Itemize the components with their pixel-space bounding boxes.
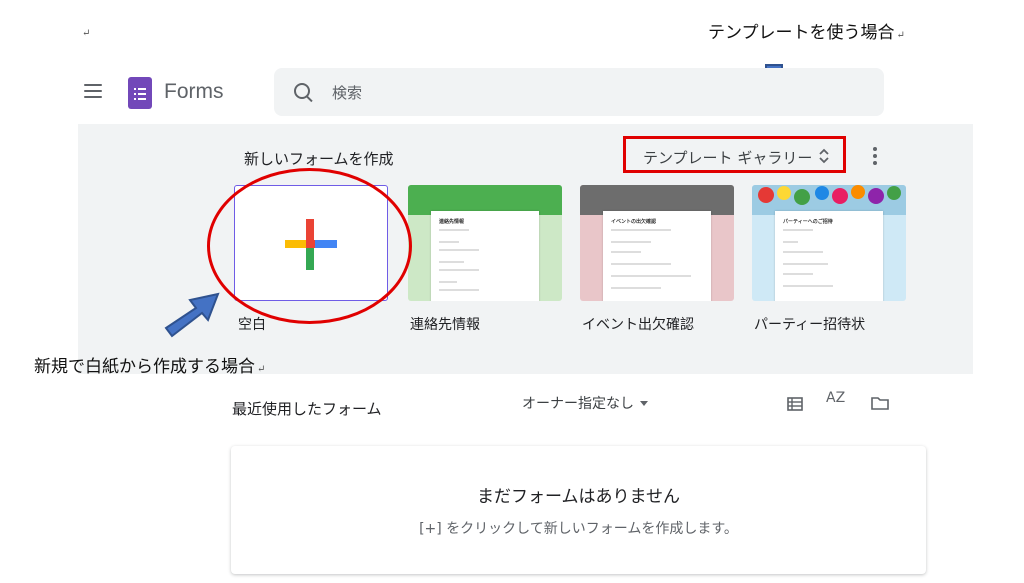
new-form-title: 新しいフォームを作成 [244, 150, 394, 168]
template-event-rsvp[interactable]: イベントの出欠確認 [580, 185, 734, 301]
more-options-icon[interactable] [872, 147, 878, 167]
menu-icon[interactable] [84, 84, 102, 98]
arrow-diagonal-annotation [162, 290, 222, 342]
return-mark: ↵ [82, 28, 91, 39]
return-mark: ↵ [257, 364, 266, 375]
empty-forms-card: まだフォームはありません [+] をクリックして新しいフォームを作成します。 [231, 446, 926, 574]
folder-icon[interactable] [871, 395, 889, 410]
search-input[interactable]: 検索 [332, 82, 362, 103]
forms-logo-icon[interactable] [128, 77, 152, 109]
annotation-template-text: テンプレートを使う場合 [708, 23, 895, 43]
template-thumb-title: イベントの出欠確認 [611, 219, 657, 225]
empty-subtitle: [+] をクリックして新しいフォームを作成します。 [419, 521, 738, 537]
blank-highlight-circle [207, 168, 412, 324]
gallery-highlight-box [623, 136, 846, 173]
return-mark: ↵ [896, 30, 905, 41]
search-bar[interactable]: 検索 [274, 68, 884, 116]
template-label-contact: 連絡先情報 [410, 317, 480, 333]
template-contact-info[interactable]: 連絡先情報 [408, 185, 562, 301]
owner-filter-dropdown[interactable]: オーナー指定なし [522, 393, 648, 413]
sort-label: AZ [826, 390, 846, 406]
annotation-blank-case: 新規で白紙から作成する場合 ↵ [34, 352, 265, 377]
template-label-event: イベント出欠確認 [582, 317, 694, 333]
owner-filter-label: オーナー指定なし [522, 396, 634, 412]
sort-az-icon[interactable]: AZ [826, 390, 845, 406]
annotation-blank-text: 新規で白紙から作成する場合 [34, 357, 255, 377]
annotation-template-case: テンプレートを使う場合 ↵ [708, 18, 905, 43]
empty-title: まだフォームはありません [477, 487, 680, 507]
template-label-blank: 空白 [238, 317, 266, 333]
template-label-party: パーティー招待状 [754, 317, 866, 333]
list-view-icon[interactable] [787, 396, 803, 411]
dropdown-arrow-icon [640, 401, 648, 406]
template-thumb-title: パーティーへのご招待 [783, 219, 833, 225]
recent-forms-title: 最近使用したフォーム [232, 400, 382, 418]
template-party-invite[interactable]: パーティーへのご招待 [752, 185, 906, 301]
search-icon[interactable] [294, 83, 310, 99]
template-thumb-title: 連絡先情報 [439, 219, 465, 225]
app-name: Forms [164, 80, 224, 103]
